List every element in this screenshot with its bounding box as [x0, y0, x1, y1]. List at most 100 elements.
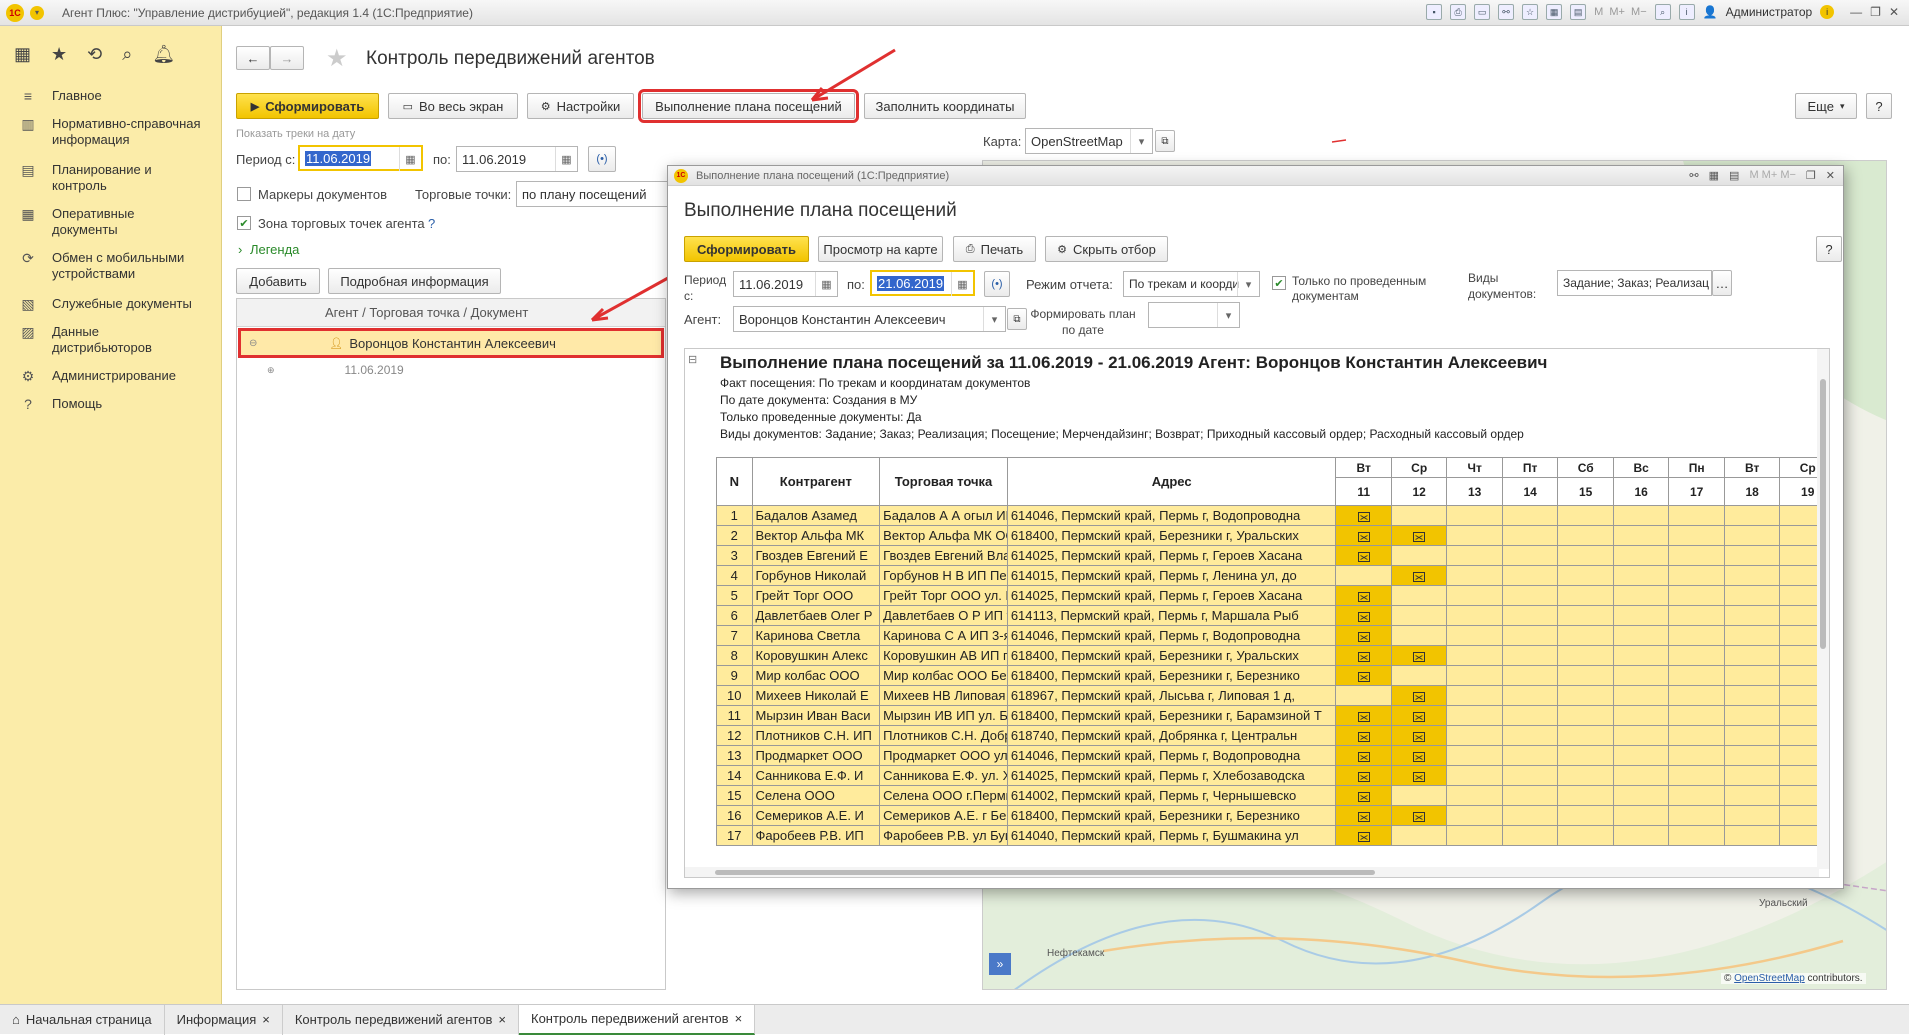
print-icon[interactable]: ⎙	[1450, 4, 1467, 20]
tab-close-icon[interactable]: ×	[262, 1012, 270, 1027]
restore-icon[interactable]: ❐	[1870, 5, 1881, 19]
only-posted-checkbox[interactable]: ✔	[1272, 276, 1286, 290]
table-row[interactable]: 11Мырзин Иван ВасиМырзин ИВ ИП ул. Бар61…	[716, 705, 1829, 726]
sidebar-item[interactable]: ▥ Нормативно-справочная информация	[0, 110, 221, 156]
popup-period-to-input[interactable]: 21.06.2019 ▦	[870, 270, 975, 296]
markers-checkbox[interactable]	[237, 187, 251, 201]
favorites-star-icon[interactable]: ★	[51, 44, 67, 65]
popup-help-button[interactable]: ?	[1816, 236, 1842, 262]
tab-close-icon[interactable]: ×	[498, 1012, 506, 1027]
chevron-down-icon[interactable]: ▾	[1237, 272, 1259, 296]
chevron-down-icon[interactable]: ▾	[1217, 303, 1239, 327]
table-row[interactable]: 8 Коровушкин Алекс Коровушкин АВ ИП г. 6184…	[716, 645, 1829, 666]
fullscreen-button[interactable]: ▭ Во весь экран	[388, 93, 518, 119]
table-row[interactable]: 3 Гвоздев Евгений Е Гвоздев Евгений Влад 61…	[716, 545, 1829, 566]
agent-open-button[interactable]: ⧉	[1007, 308, 1027, 330]
menu-dropdown-icon[interactable]: ▾	[30, 5, 44, 20]
calendar-icon[interactable]: ▦	[1546, 4, 1563, 20]
favorite-icon[interactable]: ☆	[1522, 4, 1539, 20]
user-name[interactable]: Администратор	[1726, 5, 1813, 19]
zone-checkbox[interactable]: ✔	[237, 216, 251, 230]
details-button[interactable]: Подробная информация	[328, 268, 501, 294]
table-row[interactable]: 9Мир колбас ОООМир колбас ООО Бере618400…	[716, 665, 1829, 686]
chevron-down-icon[interactable]: ▾	[1130, 129, 1152, 153]
attribution-link[interactable]: OpenStreetMap	[1734, 973, 1805, 984]
doc-types-choose-button[interactable]: …	[1712, 270, 1732, 296]
add-button[interactable]: Добавить	[236, 268, 320, 294]
popup-period-from-input[interactable]: 11.06.2019 ▦	[733, 271, 838, 297]
table-row[interactable]: 6 Давлетбаев Олег Р Давлетбаев О Р ИП ул 61…	[716, 605, 1829, 626]
calendar-icon[interactable]: ▦	[951, 272, 973, 296]
settings-button[interactable]: ⚙ Настройки	[527, 93, 634, 119]
help-button[interactable]: ?	[1866, 93, 1892, 119]
mode-select[interactable]: По трекам и коорди ▾	[1123, 271, 1260, 297]
legend-toggle[interactable]: › Легенда	[238, 242, 299, 257]
period-choose-button[interactable]: (•)	[588, 146, 616, 172]
minimize-icon[interactable]: —	[1850, 5, 1862, 19]
period-from-input[interactable]: 11.06.2019 ▦	[298, 145, 423, 171]
table-row[interactable]: 14 Санникова Е.Ф. И Санникова Е.Ф. ул. Хл 6…	[716, 765, 1829, 786]
zone-help-icon[interactable]: ?	[428, 216, 435, 231]
horizontal-scrollbar[interactable]	[685, 867, 1819, 877]
table-row[interactable]: 12Плотников С.Н. ИППлотников С.Н. Добрян…	[716, 725, 1829, 746]
forward-button[interactable]: →	[270, 46, 304, 70]
link-icon[interactable]: ⚯	[1689, 169, 1698, 182]
sidebar-item[interactable]: ≡ Главное	[0, 82, 221, 110]
agent-input[interactable]: Воронцов Константин Алексеевич ▾	[733, 306, 1006, 332]
preview-icon[interactable]: ▭	[1474, 4, 1491, 20]
chevron-down-icon[interactable]: ▾	[983, 307, 1005, 331]
search-window-icon[interactable]: ⌕	[1654, 4, 1671, 20]
table-row[interactable]: 7 Каринова Светла Каринова С А ИП 3-я 61404…	[716, 625, 1829, 646]
plan-by-date-select[interactable]: ▾	[1148, 302, 1240, 328]
plan-visits-button[interactable]: Выполнение плана посещений	[638, 89, 859, 123]
period-to-input[interactable]: 11.06.2019 ▦	[456, 146, 578, 172]
window-tab[interactable]: Контроль передвижений агентов ×	[283, 1004, 519, 1035]
vertical-scrollbar[interactable]	[1817, 349, 1829, 869]
search-icon[interactable]: ⌕	[122, 44, 132, 65]
table-row[interactable]: 17 Фаробеев Р.В. ИП Фаробеев Р.В. ул Буш 61…	[716, 825, 1829, 846]
memory-buttons[interactable]: M M+ M−	[1749, 169, 1795, 182]
trade-points-select[interactable]: по плану посещений	[516, 181, 671, 207]
sidebar-item[interactable]: ⟳ Обмен с мобильными устройствами	[0, 244, 221, 290]
tab-close-icon[interactable]: ×	[735, 1011, 743, 1026]
info-panel-icon[interactable]: i	[1678, 4, 1695, 20]
tree-row-date[interactable]: ⊕ 11.06.2019	[267, 363, 404, 377]
calculator-icon[interactable]: ▤	[1570, 4, 1587, 20]
expand-icon[interactable]: ⊕	[267, 365, 275, 376]
window-tab[interactable]: Контроль передвижений агентов ×	[519, 1004, 756, 1035]
sidebar-item[interactable]: ? Помощь	[0, 390, 221, 418]
table-row[interactable]: 10Михеев Николай ЕМихеев НВ Липовая ул61…	[716, 685, 1829, 706]
bell-icon[interactable]: 🔔︎	[152, 44, 175, 65]
link-icon[interactable]: ⚯	[1498, 4, 1515, 20]
calendar-icon[interactable]: ▦	[1709, 169, 1719, 182]
window-tab[interactable]: ⌂ Начальная страница	[0, 1004, 165, 1035]
generate-button[interactable]: ▶ Сформировать	[236, 93, 379, 119]
sidebar-item[interactable]: ⚙ Администрирование	[0, 362, 221, 390]
horizontal-scroll-thumb[interactable]	[715, 870, 1375, 875]
sidebar-item[interactable]: ▦ Оперативные документы	[0, 200, 221, 244]
vertical-scroll-thumb[interactable]	[1820, 379, 1826, 649]
popup-generate-button[interactable]: Сформировать	[684, 236, 809, 262]
hide-filter-button[interactable]: ⚙ Скрыть отбор	[1045, 236, 1168, 262]
view-on-map-button[interactable]: Просмотр на карте	[818, 236, 943, 262]
table-row[interactable]: 2Вектор Альфа МКВектор Альфа МК ООО61840…	[716, 525, 1829, 546]
sidebar-item[interactable]: ▧ Служебные документы	[0, 290, 221, 318]
doc-types-input[interactable]: Задание; Заказ; Реализац	[1557, 270, 1712, 296]
user-icon[interactable]: 👤	[1703, 5, 1718, 19]
table-row[interactable]: 1 Бадалов Азамед Бадалов А А огыл ИП 614046…	[716, 505, 1829, 526]
sidebar-item[interactable]: ▤ Планирование и контроль	[0, 156, 221, 200]
window-tab[interactable]: Информация ×	[165, 1004, 283, 1035]
map-open-button[interactable]: ⧉	[1155, 130, 1175, 152]
restore-icon[interactable]: ❐	[1806, 169, 1816, 182]
table-row[interactable]: 13Продмаркет ОООПродмаркет ООО ул. З6140…	[716, 745, 1829, 766]
sidebar-item[interactable]: ▨ Данные дистрибьюторов	[0, 318, 221, 362]
history-icon[interactable]: ⟲	[87, 44, 102, 65]
back-button[interactable]: ←	[236, 46, 270, 70]
save-icon[interactable]: ▪	[1426, 4, 1443, 20]
table-row[interactable]: 4Горбунов НиколайГорбунов Н В ИП Перм614…	[716, 565, 1829, 586]
table-row[interactable]: 15 Селена ООО Селена ООО г.Пермь, 614002, П…	[716, 785, 1829, 806]
apps-grid-icon[interactable]: ▦	[14, 44, 31, 65]
calendar-icon[interactable]: ▦	[555, 147, 577, 171]
table-row[interactable]: 16 Семериков А.Е. И Семериков А.Е. г Бере 6…	[716, 805, 1829, 826]
calendar-icon[interactable]: ▦	[815, 272, 837, 296]
